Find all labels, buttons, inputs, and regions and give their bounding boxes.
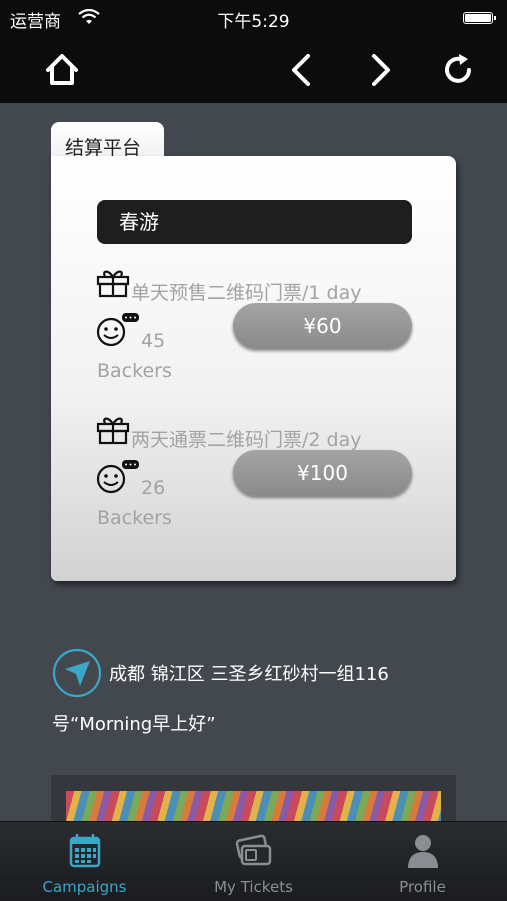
backers-smile-icon	[96, 313, 139, 347]
backers-count: 45	[141, 330, 166, 352]
back-button[interactable]	[280, 48, 324, 92]
address-line-1: 成都 锦江区 三圣乡红砂村一组116	[109, 664, 389, 685]
home-button[interactable]	[40, 48, 84, 92]
checkout-card: 春游 单天预售二维码门票/1 day 45 Backers ¥60 两天通票二维…	[51, 156, 456, 581]
navigation-bar	[0, 36, 507, 103]
backers-smile-icon	[96, 460, 139, 494]
refresh-button[interactable]	[437, 48, 481, 92]
price-button[interactable]: ¥100	[233, 450, 412, 496]
address-line-2: 号“Morning早上好”	[52, 714, 216, 735]
tab-my-tickets[interactable]: My Tickets	[169, 822, 338, 901]
tickets-icon	[235, 834, 271, 866]
tab-label: My Tickets	[214, 878, 293, 896]
profile-icon	[407, 835, 438, 868]
tab-campaigns[interactable]: Campaigns	[0, 822, 169, 901]
chevron-left-icon	[292, 54, 310, 86]
backers-label: Backers	[97, 360, 172, 382]
forward-button[interactable]	[358, 48, 402, 92]
gift-icon	[96, 417, 130, 445]
refresh-icon	[445, 54, 471, 83]
status-time: 下午5:29	[217, 12, 290, 32]
chevron-right-icon	[372, 54, 390, 86]
reward-item: 单天预售二维码门票/1 day 45 Backers ¥60	[51, 268, 456, 408]
reward-item: 两天通票二维码门票/2 day 26 Backers ¥100	[51, 415, 456, 555]
tab-profile[interactable]: Profile	[338, 822, 507, 901]
tab-bar: Campaigns My Tickets Profile	[0, 821, 507, 901]
battery-icon	[463, 12, 496, 24]
calendar-icon	[69, 834, 100, 868]
gift-icon	[96, 270, 130, 298]
location-arrow-icon[interactable]	[52, 648, 102, 698]
home-icon	[46, 54, 78, 85]
price-button[interactable]: ¥60	[233, 303, 412, 349]
tab-label: Campaigns	[42, 878, 127, 896]
tab-label: Profile	[399, 878, 446, 896]
reward-name: 单天预售二维码门票/1 day	[131, 282, 362, 304]
status-bar: 运营商 下午5:29	[0, 0, 507, 36]
event-title: 春游	[97, 200, 412, 244]
backers-count: 26	[141, 477, 166, 499]
reward-name: 两天通票二维码门票/2 day	[131, 429, 362, 451]
backers-label: Backers	[97, 507, 172, 529]
